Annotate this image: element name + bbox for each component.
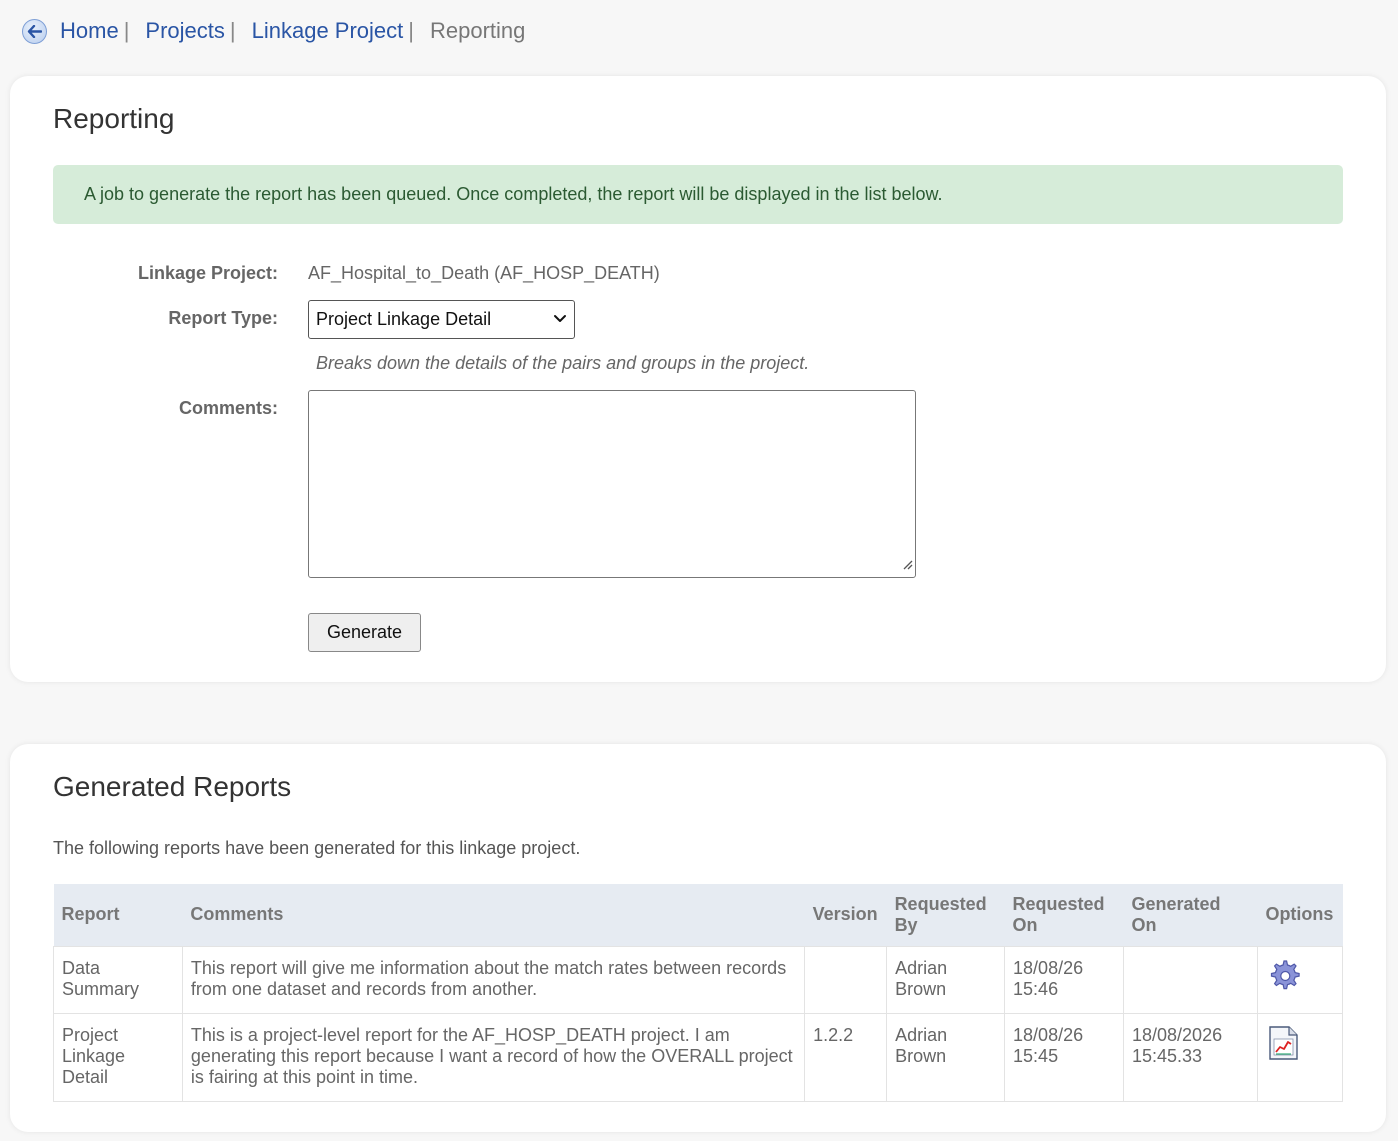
resize-handle-icon[interactable]: [902, 557, 913, 575]
breadcrumb: Home | Projects | Linkage Project | Repo…: [22, 14, 525, 48]
page-title: Reporting: [53, 103, 175, 134]
cell-requested-on: 18/08/26 15:46: [1004, 945, 1124, 1014]
cell-generated-on: [1123, 945, 1258, 1014]
breadcrumb-projects-link[interactable]: Projects: [145, 18, 224, 44]
comments-textarea[interactable]: [308, 390, 916, 578]
cell-report: Project Linkage Detail: [53, 1012, 183, 1102]
cell-version: [804, 945, 888, 1014]
column-header-version[interactable]: Version: [804, 884, 887, 946]
report-type-label: Report Type:: [168, 308, 278, 328]
cell-comments: This is a project-level report for the A…: [181, 1012, 806, 1102]
section-description: The following reports have been generate…: [53, 838, 581, 858]
chevron-down-icon: [553, 310, 567, 333]
breadcrumb-linkage-project-link[interactable]: Linkage Project: [252, 18, 404, 44]
column-header-report[interactable]: Report: [53, 884, 183, 946]
breadcrumb-separator: |: [229, 18, 236, 43]
section-title: Generated Reports: [53, 771, 292, 802]
reports-table: Report Comments Version Requested By Req…: [53, 884, 1344, 1102]
breadcrumb-separator: |: [123, 18, 130, 43]
column-header-options: Options: [1257, 884, 1343, 946]
report-type-select[interactable]: Project Linkage Detail: [308, 300, 575, 339]
cell-requested-by: Adrian Brown: [886, 945, 1006, 1014]
generated-reports-panel: Generated Reports The following reports …: [10, 744, 1386, 1132]
report-chart-icon[interactable]: [1266, 1025, 1300, 1066]
cell-requested-on: 18/08/26 15:45: [1004, 1012, 1124, 1102]
linkage-project-label: Linkage Project:: [137, 263, 278, 283]
table-header-row: Report Comments Version Requested By Req…: [53, 884, 1343, 946]
cell-version: 1.2.2: [804, 1012, 888, 1102]
column-header-comments[interactable]: Comments: [182, 884, 805, 946]
gear-icon[interactable]: [1266, 958, 1302, 999]
success-alert: A job to generate the report has been qu…: [53, 165, 1343, 224]
table-row: Project Linkage Detail This is a project…: [53, 1012, 1344, 1102]
reporting-panel: Reporting A job to generate the report h…: [10, 76, 1386, 682]
cell-requested-by: Adrian Brown: [886, 1012, 1006, 1102]
breadcrumb-home-link[interactable]: Home: [60, 18, 119, 44]
back-arrow-icon[interactable]: [22, 18, 47, 44]
cell-options: [1256, 945, 1344, 1014]
breadcrumb-current: Reporting: [429, 18, 526, 43]
column-header-requested-by[interactable]: Requested By: [886, 884, 1005, 946]
linkage-project-value: AF_Hospital_to_Death (AF_HOSP_DEATH): [308, 263, 660, 283]
cell-options: [1256, 1012, 1344, 1102]
comments-label: Comments:: [178, 398, 278, 418]
report-type-help-text: Breaks down the details of the pairs and…: [316, 353, 810, 373]
table-row: Data Summary This report will give me in…: [53, 945, 1344, 1014]
cell-comments: This report will give me information abo…: [181, 945, 806, 1014]
breadcrumb-separator: |: [408, 18, 414, 43]
generate-button[interactable]: Generate: [308, 613, 421, 652]
column-header-requested-on[interactable]: Requested On: [1004, 884, 1124, 946]
column-header-generated-on[interactable]: Generated On: [1123, 884, 1258, 946]
cell-report: Data Summary: [53, 945, 183, 1014]
cell-generated-on: 18/08/2026 15:45.33: [1123, 1012, 1258, 1102]
report-type-selected-value: Project Linkage Detail: [316, 309, 492, 329]
